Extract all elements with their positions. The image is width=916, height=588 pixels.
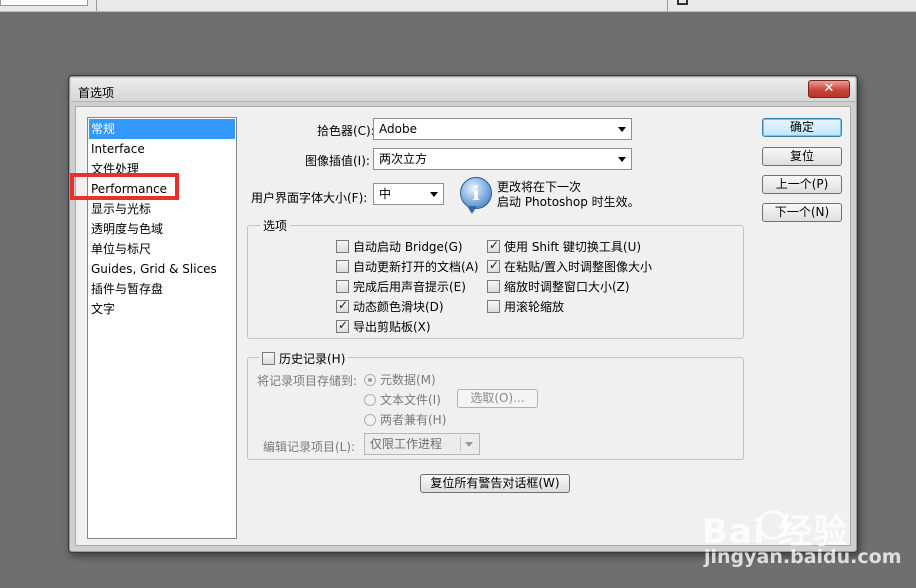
history-log-checkbox[interactable]: 历史记录(H) [259, 350, 349, 367]
options-legend: 选项 [260, 217, 291, 234]
category-item-type[interactable]: 文字 [89, 299, 235, 319]
radio-dot[interactable] [364, 413, 376, 426]
title-bar[interactable]: 首选项 ✕ [71, 78, 855, 102]
both-radio[interactable]: 两者兼有(H) [364, 411, 446, 428]
category-item-plugins-scratch[interactable]: 插件与暂存盘 [89, 279, 235, 299]
shift-tool-switch-checkbox[interactable]: 使用 Shift 键切换工具(U) [487, 238, 641, 255]
checkbox-box-checked[interactable] [487, 258, 500, 273]
text-file-radio[interactable]: 文本文件(I) [364, 391, 441, 408]
color-picker-select[interactable]: Adobe [373, 118, 632, 140]
dialog-client: 常规 Interface 文件处理 Performance 显示与光标 透明度与… [75, 106, 851, 546]
radio-dot-selected[interactable] [364, 373, 376, 386]
checkbox-box[interactable] [262, 352, 275, 365]
chevron-down-icon [465, 442, 473, 447]
toolbar-separator [667, 0, 668, 11]
top-toolbar-strip [0, 0, 916, 12]
checkbox-box-checked[interactable] [336, 298, 349, 313]
performance-highlight-box [70, 173, 179, 200]
paw-icon [758, 510, 788, 540]
toolbar-field[interactable] [0, 0, 88, 6]
ui-font-size-value: 中 [379, 187, 392, 201]
ok-button[interactable]: 确定 [762, 118, 842, 137]
interpolation-value: 两次立方 [379, 152, 428, 166]
edit-log-items-value: 仅限工作进程 [370, 437, 443, 451]
category-item-guides-grid-slices[interactable]: Guides, Grid & Slices [89, 259, 235, 279]
next-button[interactable]: 下一个(N) [762, 203, 842, 222]
auto-update-docs-checkbox[interactable]: 自动更新打开的文档(A) [336, 258, 479, 275]
category-item-interface[interactable]: Interface [89, 139, 235, 159]
chevron-down-icon [430, 192, 438, 197]
edit-log-items-label: 编辑记录项目(L): [263, 440, 356, 454]
color-picker-value: Adobe [379, 122, 417, 136]
auto-launch-bridge-checkbox[interactable]: 自动启动 Bridge(G) [336, 238, 463, 255]
checkbox-box-checked[interactable] [336, 318, 349, 333]
preferences-dialog: 首选项 ✕ 常规 Interface 文件处理 Performance 显示与光… [68, 75, 858, 553]
ui-font-size-select[interactable]: 中 [373, 183, 444, 205]
choose-file-button[interactable]: 选取(O)... [457, 389, 538, 408]
close-icon[interactable]: ✕ [824, 81, 835, 96]
watermark-url: jingyan.baidu.com [704, 546, 902, 568]
chevron-down-icon [618, 157, 626, 162]
toolbar-separator [96, 0, 97, 11]
checkbox-box[interactable] [336, 260, 349, 273]
interpolation-label: 图像插值(I): [305, 154, 370, 168]
baidu-watermark: Bai 经验 jingyan.baidu.com [698, 504, 902, 584]
dialog-title: 首选项 [78, 86, 115, 100]
chevron-down-icon [618, 127, 626, 132]
info-icon: i [460, 177, 492, 214]
checkbox-box[interactable] [487, 280, 500, 293]
ui-font-size-label: 用户界面字体大小(F): [251, 191, 368, 205]
interpolation-select[interactable]: 两次立方 [373, 148, 632, 170]
restart-note-line2: 启动 Photoshop 时生效。 [497, 195, 640, 209]
category-item-general[interactable]: 常规 [89, 119, 235, 139]
beep-when-done-checkbox[interactable]: 完成后用声音提示(E) [336, 278, 466, 295]
metadata-radio[interactable]: 元数据(M) [364, 371, 436, 388]
reset-button[interactable]: 复位 [762, 147, 842, 166]
category-item-display-cursors[interactable]: 显示与光标 [89, 199, 235, 219]
radio-dot[interactable] [364, 393, 376, 406]
resize-on-paste-checkbox[interactable]: 在粘贴/置入时调整图像大小 [487, 258, 652, 275]
export-clipboard-checkbox[interactable]: 导出剪贴板(X) [336, 318, 431, 335]
reset-all-warnings-button[interactable]: 复位所有警告对话框(W) [420, 474, 570, 493]
close-button[interactable]: ✕ [808, 80, 850, 98]
checkbox-box[interactable] [336, 280, 349, 293]
checkbox-box-checked[interactable] [487, 238, 500, 253]
edit-log-items-select[interactable]: 仅限工作进程 [364, 433, 480, 455]
category-item-units-rulers[interactable]: 单位与标尺 [89, 239, 235, 259]
category-item-transparency-gamut[interactable]: 透明度与色域 [89, 219, 235, 239]
color-picker-label: 拾色器(C): [317, 124, 375, 138]
dynamic-color-sliders-checkbox[interactable]: 动态颜色滑块(D) [336, 298, 444, 315]
checkbox-box[interactable] [336, 240, 349, 253]
zoom-resizes-windows-checkbox[interactable]: 缩放时调整窗口大小(Z) [487, 278, 630, 295]
toolbar-icon[interactable] [677, 0, 688, 5]
previous-button[interactable]: 上一个(P) [762, 175, 842, 194]
checkbox-box[interactable] [487, 300, 500, 313]
scroll-wheel-zoom-checkbox[interactable]: 用滚轮缩放 [487, 298, 564, 315]
save-log-to-label: 将记录项目存储到: [257, 374, 358, 388]
